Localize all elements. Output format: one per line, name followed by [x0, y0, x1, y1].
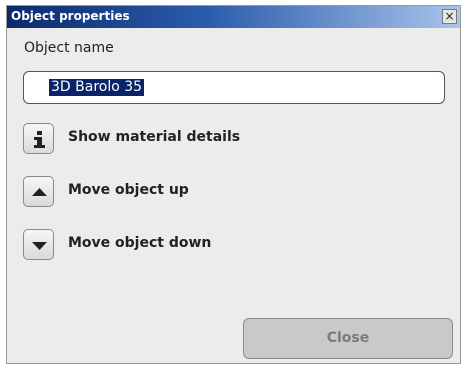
- close-window-button[interactable]: ×: [442, 9, 457, 24]
- arrow-up-icon: [32, 188, 47, 196]
- move-object-down-label: Move object down: [68, 235, 212, 251]
- show-material-details-label: Show material details: [68, 129, 241, 145]
- info-icon: [34, 131, 45, 148]
- move-object-down-button[interactable]: [23, 229, 54, 260]
- object-properties-dialog: Object properties × Object name 3D Barol…: [6, 5, 461, 364]
- show-material-details-button[interactable]: [23, 123, 54, 154]
- object-name-input[interactable]: 3D Barolo 35: [23, 71, 445, 104]
- arrow-down-icon: [32, 242, 47, 250]
- window-title: Object properties: [11, 9, 130, 23]
- object-name-value: 3D Barolo 35: [49, 79, 145, 96]
- close-button[interactable]: Close: [243, 318, 453, 359]
- move-object-up-label: Move object up: [68, 182, 189, 198]
- move-object-up-button[interactable]: [23, 176, 54, 207]
- object-name-label: Object name: [24, 40, 114, 56]
- close-icon: ×: [444, 9, 455, 23]
- title-bar[interactable]: Object properties ×: [7, 6, 460, 28]
